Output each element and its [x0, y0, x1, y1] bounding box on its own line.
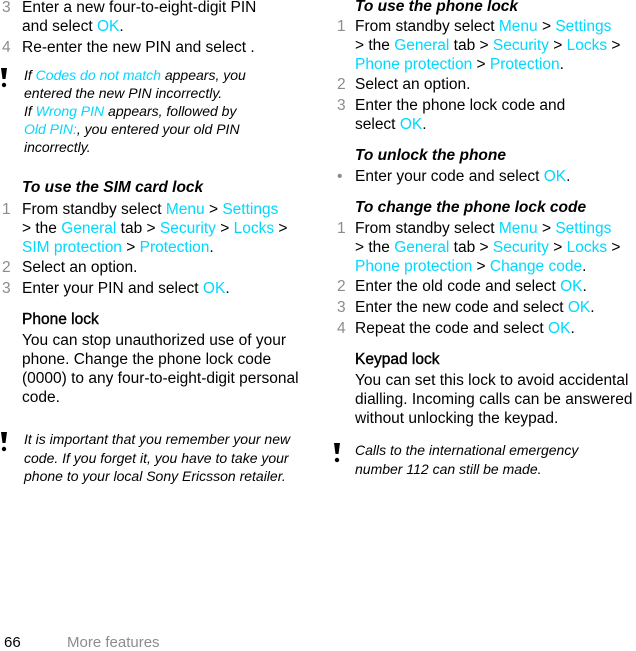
- ok-label: OK: [399, 116, 423, 133]
- locks-link: Locks: [233, 220, 275, 237]
- sim-step-3: 3 Enter your PIN and select OK.: [2, 280, 230, 297]
- step-number: 3: [2, 0, 11, 16]
- ok-label: OK: [567, 299, 591, 316]
- step-number: 4: [2, 39, 11, 56]
- security-link: Security: [492, 239, 549, 256]
- step-number: 2: [337, 76, 346, 93]
- change-step-1: 1 From standby select Menu > Settings > t…: [337, 220, 621, 275]
- change-code-heading: To change the phone lock code: [355, 199, 587, 216]
- page-number: 66: [4, 634, 21, 651]
- section-title: More features: [67, 634, 160, 651]
- note-pin-mismatch: If Codes do not match appears, you entere…: [0, 66, 315, 156]
- menu-link: Menu: [498, 220, 538, 237]
- wrong-pin-label: Wrong PIN: [35, 103, 105, 119]
- change-step-4: 4 Repeat the code and select OK.: [337, 320, 575, 337]
- locks-link: Locks: [566, 239, 608, 256]
- security-link: Security: [492, 37, 549, 54]
- step-number: 1: [2, 201, 11, 218]
- general-tab-link: General: [394, 37, 450, 54]
- locks-link: Locks: [566, 37, 608, 54]
- step-text: Enter a new four-to-eight-digit PIN and s…: [22, 0, 257, 35]
- sim-lock-heading: To use the SIM card lock: [22, 179, 204, 196]
- general-tab-link: General: [394, 239, 450, 256]
- step-number: 1: [337, 18, 346, 35]
- keypad-lock-heading: Keypad lock: [355, 351, 440, 368]
- ok-label: OK: [96, 18, 120, 35]
- exclamation-icon: [334, 443, 340, 463]
- step-3-new-pin: 3 Enter a new four-to-eight-digit PIN and…: [2, 0, 257, 35]
- step-number: 2: [2, 259, 11, 276]
- ok-label: OK: [548, 320, 571, 337]
- use-step-1: 1 From standby select Menu > Settings > t…: [337, 18, 621, 73]
- note-emergency-calls: Calls to the international emergency num…: [334, 441, 615, 478]
- phone-protection-link: Phone protection: [355, 258, 473, 275]
- step-number: 1: [337, 220, 346, 237]
- step-4-reenter-pin: 4 Re-enter the new PIN and select .: [2, 39, 255, 56]
- right-column: To use the phone lock 1 From standby sel…: [334, 0, 636, 478]
- unlock-phone-heading: To unlock the phone: [355, 147, 506, 164]
- keypad-lock-paragraph: You can set this lock to avoid accidenta…: [355, 372, 633, 427]
- use-step-3: 3 Enter the phone lock code and select OK.: [337, 97, 566, 133]
- step-number: 4: [337, 320, 346, 337]
- exclamation-icon: [1, 68, 7, 88]
- settings-link: Settings: [555, 220, 612, 237]
- security-link: Security: [159, 220, 216, 237]
- left-column: 3 Enter a new four-to-eight-digit PIN and…: [0, 0, 315, 486]
- step-number: 3: [337, 299, 346, 316]
- phone-protection-link: Phone protection: [355, 56, 473, 73]
- phone-lock-paragraph: You can stop unauthorized use of your ph…: [22, 332, 299, 406]
- old-pin-label: Old PIN:: [24, 121, 77, 137]
- step-number: 2: [337, 278, 346, 295]
- change-step-3: 3 Enter the new code and select OK.: [337, 299, 595, 316]
- bullet: •: [337, 168, 343, 185]
- codes-do-not-match-label: Codes do not match: [35, 67, 161, 83]
- sim-step-2: 2 Select an option.: [2, 259, 138, 276]
- ok-label: OK: [560, 278, 583, 295]
- settings-link: Settings: [555, 18, 612, 35]
- menu-link: Menu: [165, 201, 205, 218]
- step-number: 3: [2, 280, 11, 297]
- step-text: Re-enter the new PIN and select: [22, 39, 251, 56]
- exclamation-icon: [1, 432, 7, 452]
- settings-link: Settings: [222, 201, 279, 218]
- ok-label: OK: [202, 280, 226, 297]
- step-number: 3: [337, 97, 346, 114]
- general-tab-link: General: [61, 220, 117, 237]
- page-footer: 66 More features: [4, 634, 160, 651]
- protection-link: Protection: [489, 56, 560, 73]
- protection-link: Protection: [139, 239, 210, 256]
- unlock-step: • Enter your code and select OK.: [337, 168, 571, 185]
- use-step-2: 2 Select an option.: [337, 76, 471, 93]
- change-code-link: Change code: [489, 258, 583, 275]
- menu-link: Menu: [498, 18, 538, 35]
- sim-step-1: 1 From standby select Menu > Settings > t…: [2, 201, 288, 256]
- ok-label: OK: [543, 168, 567, 185]
- use-phone-lock-heading: To use the phone lock: [355, 0, 519, 15]
- note-remember-code: It is important that you remember your n…: [0, 430, 299, 486]
- sim-protection-link: SIM protection: [22, 239, 122, 256]
- phone-lock-heading: Phone lock: [22, 311, 99, 328]
- change-step-2: 2 Enter the old code and select OK.: [337, 278, 587, 295]
